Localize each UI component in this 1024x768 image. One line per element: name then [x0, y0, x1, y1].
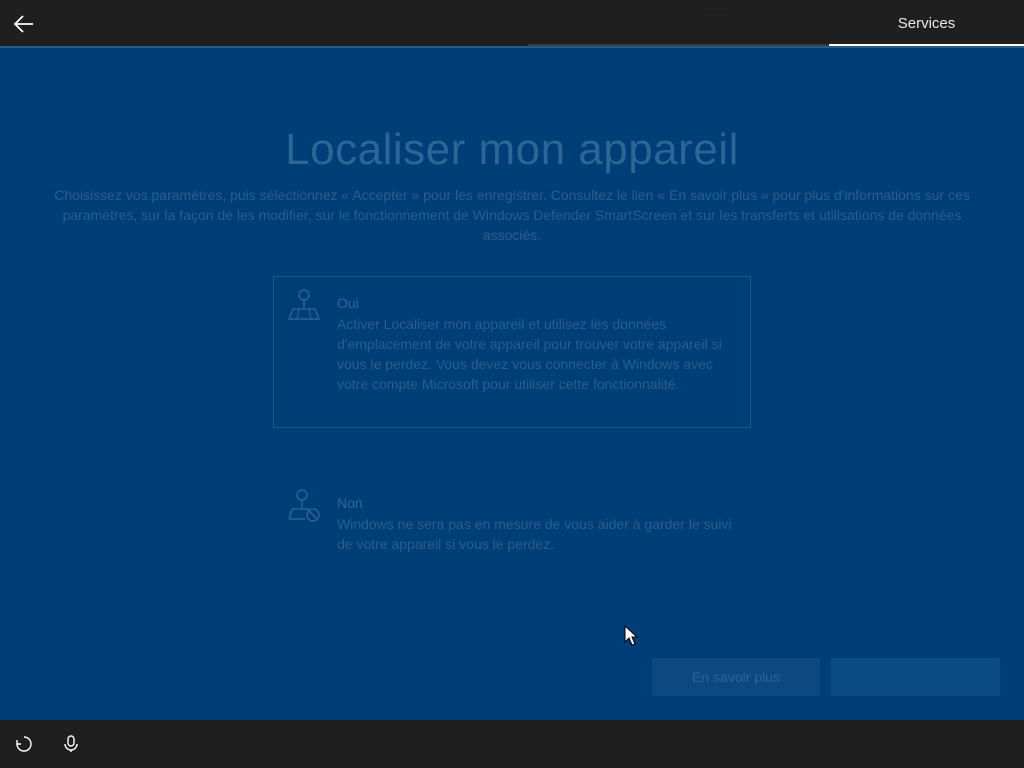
accessibility-button[interactable]	[12, 732, 36, 756]
bottom-bar	[0, 720, 1024, 768]
accessibility-icon	[16, 736, 32, 752]
back-arrow-icon	[13, 15, 33, 33]
option-yes-description: Activer Localiser mon appareil et utilis…	[337, 316, 722, 392]
option-no[interactable]: Non Windows ne sera pas en mesure de vou…	[273, 430, 751, 552]
location-map-icon	[287, 289, 321, 320]
step-crumb: · · · · · · ·	[700, 12, 728, 19]
section-title: Services	[897, 14, 956, 32]
accept-button[interactable]	[831, 658, 1000, 696]
option-no-title: Non	[337, 495, 363, 511]
mouse-cursor-icon	[624, 625, 638, 646]
back-button[interactable]	[8, 8, 40, 40]
option-no-description: Windows ne sera pas en mesure de vous ai…	[337, 516, 732, 552]
microphone-icon	[64, 735, 78, 752]
page-description: Choisissez vos paramètres, puis sélectio…	[54, 187, 970, 243]
microphone-button[interactable]	[59, 732, 83, 756]
top-bar: · · · · · · · Services	[0, 0, 1024, 47]
main-content: Localiser mon appareil Choisissez vos pa…	[0, 48, 1024, 720]
learn-more-button[interactable]: En savoir plus	[652, 658, 820, 696]
page-title: Localiser mon appareil	[285, 125, 739, 174]
option-yes-title: Oui	[337, 295, 359, 311]
option-yes[interactable]: Oui Activer Localiser mon appareil et ut…	[273, 276, 751, 428]
location-off-icon	[288, 489, 320, 522]
